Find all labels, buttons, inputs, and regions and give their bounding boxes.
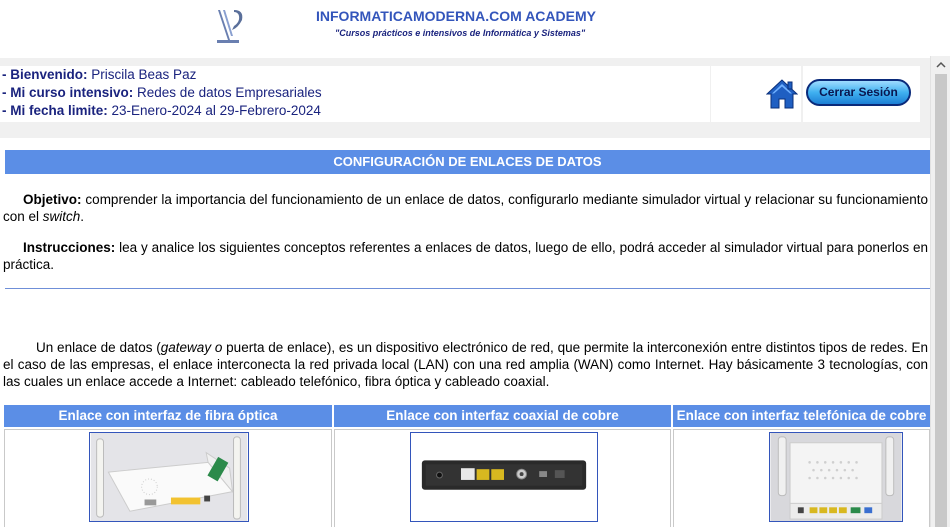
device-header-coaxial: Enlace con interfaz coaxial de cobre [334, 405, 671, 427]
deadline-line: - Mi fecha limite: 23-Enero-2024 al 29-F… [2, 102, 710, 120]
telephone-router-image [769, 432, 903, 522]
vertical-scrollbar[interactable] [930, 56, 950, 527]
home-cell [711, 66, 801, 122]
intro-paragraph: Un enlace de datos (gateway o puerta de … [3, 339, 928, 391]
course-line: - Mi curso intensivo: Redes de datos Emp… [2, 84, 710, 102]
course-label: - Mi curso intensivo: [2, 85, 134, 100]
user-info-band: - Bienvenido: Priscila Beas Paz - Mi cur… [0, 58, 930, 138]
device-header-telephone: Enlace con interfaz telefónica de cobre [673, 405, 930, 427]
user-info: - Bienvenido: Priscila Beas Paz - Mi cur… [0, 66, 710, 122]
objective-switch-word: switch [42, 209, 81, 224]
device-header-fiber: Enlace con interfaz de fibra óptica [4, 405, 332, 427]
objective-text: comprender la importancia del funcionami… [3, 192, 928, 224]
objective-label: Objetivo: [23, 192, 82, 207]
welcome-line: - Bienvenido: Priscila Beas Paz [2, 66, 710, 84]
course-value: Redes de datos Empresariales [137, 85, 322, 100]
device-table: Enlace con interfaz de fibra óptica Enla… [4, 405, 930, 527]
deadline-value: 23-Enero-2024 al 29-Febrero-2024 [111, 103, 321, 118]
section-divider [5, 288, 930, 289]
objective-end: . [80, 209, 85, 224]
instructions-label: Instrucciones: [23, 240, 116, 255]
device-cell-fiber [4, 429, 332, 527]
instructions-text: lea y analice los siguientes conceptos r… [3, 240, 928, 272]
instructions-paragraph: Instrucciones: lea y analice los siguien… [3, 239, 928, 275]
home-icon[interactable] [766, 78, 798, 110]
section-title: CONFIGURACIÓN DE ENLACES DE DATOS [5, 150, 930, 174]
device-cell-coaxial [334, 429, 671, 527]
site-header: INFORMATICAMODERNA.COM ACADEMY "Cursos p… [0, 0, 930, 56]
academy-logo [217, 10, 243, 43]
logout-cell: Cerrar Sesión [803, 66, 920, 122]
fiber-router-image [89, 432, 249, 522]
deadline-label: - Mi fecha limite: [2, 103, 108, 118]
objective-paragraph: Objetivo: comprender la importancia del … [3, 191, 928, 227]
coaxial-modem-image [410, 432, 598, 522]
welcome-value: Priscila Beas Paz [91, 67, 197, 82]
intro-gateway-word: gateway o [160, 340, 223, 355]
logout-button[interactable]: Cerrar Sesión [806, 79, 911, 106]
brand-subtitle: "Cursos prácticos e intensivos de Inform… [335, 28, 586, 38]
device-cell-telephone [673, 429, 930, 527]
brand-title: INFORMATICAMODERNA.COM ACADEMY [316, 8, 596, 24]
scroll-up-icon[interactable] [935, 60, 947, 70]
scrollbar-thumb[interactable] [935, 74, 947, 527]
welcome-label: - Bienvenido: [2, 67, 88, 82]
intro-part1: Un enlace de datos ( [36, 340, 161, 355]
